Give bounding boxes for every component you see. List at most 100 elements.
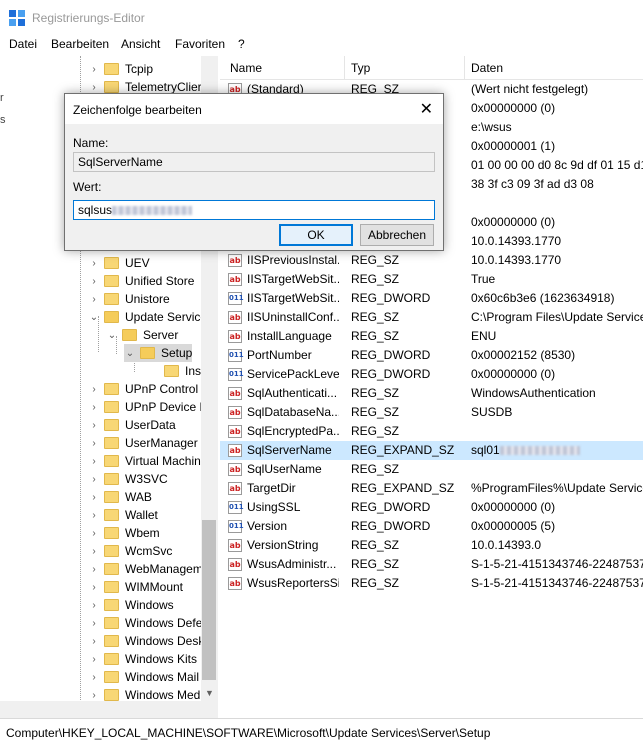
tree-item[interactable]: › Wbem <box>88 524 159 542</box>
edge-char: s <box>0 114 6 126</box>
tree-item[interactable]: › Windows Kits <box>88 650 197 668</box>
registry-editor-window: Registrierungs-Editor Datei Bearbeiten A… <box>0 0 643 746</box>
column-divider[interactable] <box>464 56 465 80</box>
chevron-right-icon[interactable]: › <box>88 650 100 668</box>
value-row[interactable]: ab WsusAdministr... REG_SZ S-1-5-21-4151343… <box>220 555 643 574</box>
tree-item-label: WIMMount <box>125 580 184 594</box>
tree-item[interactable]: Inst <box>148 362 204 380</box>
tree-item-label: Update Service <box>125 310 208 324</box>
tree-scroll-thumb[interactable] <box>202 520 216 680</box>
value-row[interactable]: ab InstallLanguage REG_SZ ENU <box>220 327 643 346</box>
tree-item[interactable]: › UPnP Device H <box>88 398 208 416</box>
value-row[interactable]: 011 Version REG_DWORD 0x00000005 (5) <box>220 517 643 536</box>
column-name[interactable]: Name <box>230 61 262 75</box>
menu-help[interactable]: ? <box>238 37 245 51</box>
chevron-right-icon[interactable]: › <box>88 488 100 506</box>
tree-item[interactable]: ⌄ Server <box>106 326 179 344</box>
tree-item[interactable]: › Virtual Machin <box>88 452 201 470</box>
tree-item[interactable]: ⌄ Update Service <box>88 308 207 326</box>
value-row[interactable]: ab SqlEncryptedPa... REG_SZ <box>220 422 643 441</box>
tree-item[interactable]: › UEV <box>88 254 149 272</box>
tree-horizontal-scrollbar[interactable] <box>0 701 201 718</box>
tree-item[interactable]: › WAB <box>88 488 152 506</box>
column-type[interactable]: Typ <box>351 61 370 75</box>
tree-item[interactable]: › Windows Defe <box>88 614 202 632</box>
chevron-right-icon[interactable]: › <box>88 380 100 398</box>
tree-item[interactable]: › Windows Desk <box>88 632 204 650</box>
folder-icon <box>164 365 179 377</box>
value-data-text: 10.0.14393.1770 <box>471 253 562 267</box>
chevron-right-icon[interactable]: › <box>88 470 100 488</box>
value-type: REG_DWORD <box>351 367 431 381</box>
chevron-right-icon[interactable]: › <box>88 272 100 290</box>
value-row[interactable]: ab SqlAuthenticati... REG_SZ WindowsAuthent… <box>220 384 643 403</box>
tree-item[interactable]: › Tcpip <box>88 60 153 78</box>
value-row[interactable]: ab SqlDatabaseNa... REG_SZ SUSDB <box>220 403 643 422</box>
chevron-right-icon[interactable]: › <box>88 560 100 578</box>
tree-item-label: Unistore <box>125 292 170 306</box>
name-field[interactable] <box>73 152 435 172</box>
chevron-right-icon[interactable]: › <box>88 60 100 78</box>
chevron-right-icon[interactable]: › <box>88 524 100 542</box>
tree-item-label: Windows Mail <box>125 670 200 684</box>
chevron-down-icon[interactable]: ⌄ <box>124 344 136 362</box>
cancel-button[interactable]: Abbrechen <box>360 224 434 246</box>
value-data-text: 01 00 00 00 d0 8c 9d df 01 15 d1 1 <box>471 158 643 172</box>
value-row[interactable]: ab IISTargetWebSit... REG_SZ True <box>220 270 643 289</box>
value-row[interactable]: ab IISPreviousInstal... REG_SZ 10.0.14393.1… <box>220 251 643 270</box>
chevron-right-icon[interactable]: › <box>88 506 100 524</box>
tree-item[interactable]: › Unified Store <box>88 272 194 290</box>
tree-item[interactable]: › Wallet <box>88 506 158 524</box>
tree-item[interactable]: › Windows <box>88 596 173 614</box>
value-row[interactable]: ab WsusReportersSid REG_SZ S-1-5-21-4151343… <box>220 574 643 593</box>
folder-icon <box>104 617 119 629</box>
tree-item[interactable]: › W3SVC <box>88 470 167 488</box>
value-row[interactable]: ab SqlUserName REG_SZ <box>220 460 643 479</box>
value-row[interactable]: ab TargetDir REG_EXPAND_SZ %ProgramFiles%\U… <box>220 479 643 498</box>
tree-item[interactable]: › Windows Mail <box>88 668 199 686</box>
menu-favoriten[interactable]: Favoriten <box>175 37 225 51</box>
chevron-right-icon[interactable]: › <box>88 416 100 434</box>
close-icon[interactable]: ✕ <box>420 99 433 119</box>
chevron-right-icon[interactable]: › <box>88 596 100 614</box>
value-row[interactable]: ab SqlServerName REG_EXPAND_SZ sql01 <box>220 441 643 460</box>
chevron-right-icon[interactable]: › <box>88 614 100 632</box>
string-value-icon: ab <box>228 273 242 286</box>
column-data[interactable]: Daten <box>471 61 503 75</box>
value-row[interactable]: 011 IISTargetWebSit... REG_DWORD 0x60c6b3e6… <box>220 289 643 308</box>
chevron-right-icon[interactable]: › <box>88 398 100 416</box>
chevron-down-icon[interactable]: ⌄ <box>88 308 100 326</box>
scroll-down-arrow-icon[interactable]: ▼ <box>201 684 218 701</box>
chevron-right-icon[interactable]: › <box>88 542 100 560</box>
value-row[interactable]: ab IISUninstallConf... REG_SZ C:\Program Fi… <box>220 308 643 327</box>
tree-item[interactable]: › WIMMount <box>88 578 183 596</box>
chevron-right-icon[interactable]: › <box>88 452 100 470</box>
menu-ansicht[interactable]: Ansicht <box>121 37 160 51</box>
value-data: 0x00000005 (5) <box>471 519 555 533</box>
menu-datei[interactable]: Datei <box>9 37 37 51</box>
value-row[interactable]: ab VersionString REG_SZ 10.0.14393.0 <box>220 536 643 555</box>
tree-item[interactable]: ⌄ Setup <box>124 344 193 362</box>
chevron-right-icon[interactable]: › <box>88 434 100 452</box>
chevron-right-icon[interactable]: › <box>88 254 100 272</box>
value-field[interactable]: sqlsus <box>73 200 435 220</box>
chevron-right-icon[interactable]: › <box>88 578 100 596</box>
column-divider[interactable] <box>344 56 345 80</box>
tree-item[interactable]: › Unistore <box>88 290 170 308</box>
chevron-right-icon[interactable]: › <box>88 290 100 308</box>
tree-item[interactable]: › WcmSvc <box>88 542 172 560</box>
tree-item[interactable]: › UserData <box>88 416 175 434</box>
tree-item-label: WAB <box>125 490 152 504</box>
chevron-right-icon[interactable]: › <box>88 632 100 650</box>
tree-item[interactable]: › UPnP Control <box>88 380 198 398</box>
tree-item[interactable]: › UserManager <box>88 434 197 452</box>
value-row[interactable]: 011 PortNumber REG_DWORD 0x00002152 (8530) <box>220 346 643 365</box>
value-type: REG_SZ <box>351 310 400 324</box>
menu-bearbeiten[interactable]: Bearbeiten <box>51 37 109 51</box>
ok-button[interactable]: OK <box>279 224 353 246</box>
chevron-right-icon[interactable]: › <box>88 668 100 686</box>
tree-item[interactable]: › WebManagem <box>88 560 203 578</box>
chevron-down-icon[interactable]: ⌄ <box>106 326 118 344</box>
value-row[interactable]: 011 ServicePackLevel REG_DWORD 0x00000000 (… <box>220 365 643 384</box>
value-row[interactable]: 011 UsingSSL REG_DWORD 0x00000000 (0) <box>220 498 643 517</box>
